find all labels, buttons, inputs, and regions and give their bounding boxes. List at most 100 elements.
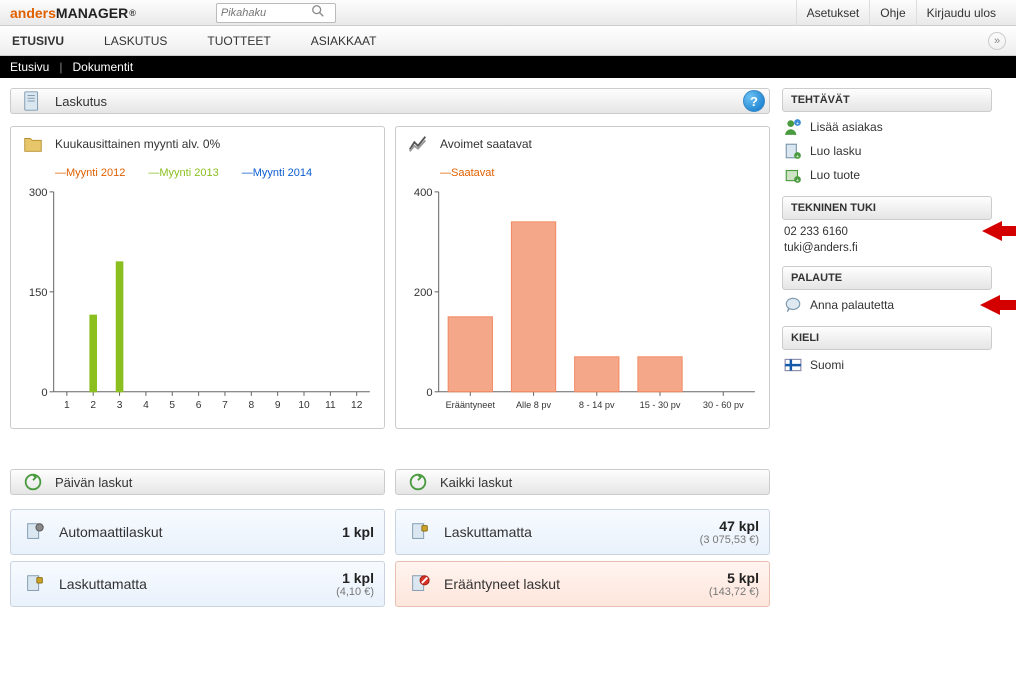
chart-monthly-svg: 0150300123456789101112 bbox=[19, 185, 376, 415]
chart-monthly-body: —Myynti 2012 —Myynti 2013 —Myynti 2014 0… bbox=[11, 161, 384, 428]
card-auto-count: 1 kpl bbox=[342, 524, 374, 540]
kpi-row: Päivän laskut Automaattilaskut 1 kpl bbox=[10, 469, 770, 607]
main-nav: ETUSIVU LASKUTUS TUOTTEET ASIAKKAAT » bbox=[0, 26, 1016, 56]
nav-more-button[interactable]: » bbox=[988, 32, 1006, 50]
invoice-icon bbox=[19, 90, 47, 112]
svg-text:15 - 30 pv: 15 - 30 pv bbox=[640, 400, 681, 410]
refresh-icon bbox=[404, 471, 432, 493]
settings-link[interactable]: Asetukset bbox=[796, 0, 870, 26]
task-create-product-label: Luo tuote bbox=[810, 168, 860, 182]
nav-billing[interactable]: LASKUTUS bbox=[102, 34, 169, 48]
legend-2012: —Myynti 2012 bbox=[55, 167, 135, 179]
card-unbilled-all[interactable]: Laskuttamatta 47 kpl (3 075,53 €) bbox=[395, 509, 770, 555]
refresh-icon bbox=[19, 471, 47, 493]
task-create-invoice[interactable]: + Luo lasku bbox=[784, 142, 990, 160]
lang-list: Suomi bbox=[782, 350, 992, 386]
svg-text:200: 200 bbox=[414, 287, 433, 299]
help-icon[interactable]: ? bbox=[743, 90, 765, 112]
kpi-day-title: Päivän laskut bbox=[55, 475, 132, 490]
feedback-give[interactable]: Anna palautetta bbox=[784, 296, 990, 314]
chevron-right-icon: » bbox=[994, 35, 1000, 47]
task-add-customer[interactable]: + Lisää asiakas bbox=[784, 118, 990, 136]
legend-2014: —Myynti 2014 bbox=[242, 167, 322, 179]
card-overdue-label: Erääntyneet laskut bbox=[444, 576, 560, 592]
box-plus-icon: + bbox=[784, 166, 802, 184]
chart-open-body: —Saatavat 0200400ErääntyneetAlle 8 pv8 -… bbox=[396, 161, 769, 428]
svg-text:10: 10 bbox=[298, 400, 310, 411]
person-plus-icon: + bbox=[784, 118, 802, 136]
help-link[interactable]: Ohje bbox=[869, 0, 915, 26]
kpi-day-head: Päivän laskut bbox=[10, 469, 385, 495]
card-unbilled-all-count: 47 kpl bbox=[700, 518, 759, 534]
logo-part-a: anders bbox=[10, 5, 56, 21]
card-unbilled-day-amount: (4,10 €) bbox=[336, 586, 374, 598]
svg-text:1: 1 bbox=[64, 400, 70, 411]
support-heading: TEKNINEN TUKI bbox=[782, 196, 992, 220]
svg-text:7: 7 bbox=[222, 400, 228, 411]
line-chart-icon bbox=[404, 133, 432, 155]
card-auto-invoices[interactable]: Automaattilaskut 1 kpl bbox=[10, 509, 385, 555]
kpi-day-col: Päivän laskut Automaattilaskut 1 kpl bbox=[10, 469, 385, 607]
support-info: 02 233 6160 tuki@anders.fi bbox=[782, 220, 992, 266]
card-auto-label: Automaattilaskut bbox=[59, 524, 163, 540]
nav-customers[interactable]: ASIAKKAAT bbox=[309, 34, 379, 48]
lang-fi[interactable]: Suomi bbox=[784, 356, 990, 374]
support-heading-label: TEKNINEN TUKI bbox=[791, 202, 876, 214]
folder-icon bbox=[19, 133, 47, 155]
legend-saatavat: —Saatavat bbox=[440, 167, 504, 179]
page-heading: Laskutus ? bbox=[10, 88, 770, 114]
lang-fi-label: Suomi bbox=[810, 358, 844, 372]
search-icon[interactable] bbox=[311, 4, 325, 21]
stop-doc-icon bbox=[406, 573, 434, 595]
svg-text:8 - 14 pv: 8 - 14 pv bbox=[579, 400, 615, 410]
flag-fi-icon bbox=[784, 356, 802, 374]
svg-text:30 - 60 pv: 30 - 60 pv bbox=[703, 400, 744, 410]
task-add-customer-label: Lisää asiakas bbox=[810, 120, 883, 134]
legend-2013: —Myynti 2013 bbox=[148, 167, 228, 179]
svg-text:300: 300 bbox=[29, 187, 48, 199]
right-column: TEHTÄVÄT + Lisää asiakas + Luo lasku + L… bbox=[782, 88, 992, 607]
card-unbilled-day-count: 1 kpl bbox=[336, 570, 374, 586]
nav-home[interactable]: ETUSIVU bbox=[10, 34, 66, 48]
card-unbilled-all-label: Laskuttamatta bbox=[444, 524, 532, 540]
chart-open-head: Avoimet saatavat bbox=[396, 127, 769, 161]
lock-doc-icon bbox=[406, 521, 434, 543]
task-create-invoice-label: Luo lasku bbox=[810, 144, 861, 158]
crumb-sep: | bbox=[59, 60, 62, 74]
svg-text:8: 8 bbox=[248, 400, 254, 411]
top-bar: andersMANAGER® Asetukset Ohje Kirjaudu u… bbox=[0, 0, 1016, 26]
kpi-day-cards: Automaattilaskut 1 kpl Laskuttamatta 1 k… bbox=[10, 509, 385, 607]
svg-text:9: 9 bbox=[275, 400, 281, 411]
content: Laskutus ? Kuukausittainen myynti alv. 0… bbox=[0, 78, 1016, 617]
search-input[interactable] bbox=[221, 7, 311, 19]
chart-monthly-head: Kuukausittainen myynti alv. 0% bbox=[11, 127, 384, 161]
kpi-all-head: Kaikki laskut bbox=[395, 469, 770, 495]
quick-search[interactable] bbox=[216, 3, 336, 23]
annotation-arrow-feedback bbox=[980, 292, 1016, 318]
feedback-list: Anna palautetta bbox=[782, 290, 992, 326]
nav-products[interactable]: TUOTTEET bbox=[205, 34, 272, 48]
card-overdue-value: 5 kpl (143,72 €) bbox=[709, 570, 759, 598]
top-right-links: Asetukset Ohje Kirjaudu ulos bbox=[796, 0, 1006, 26]
task-create-product[interactable]: + Luo tuote bbox=[784, 166, 990, 184]
svg-text:+: + bbox=[796, 178, 799, 184]
left-column: Laskutus ? Kuukausittainen myynti alv. 0… bbox=[10, 88, 770, 607]
svg-text:4: 4 bbox=[143, 400, 149, 411]
chart-open-legend: —Saatavat bbox=[404, 165, 761, 185]
svg-text:11: 11 bbox=[325, 400, 336, 411]
card-unbilled-day[interactable]: Laskuttamatta 1 kpl (4,10 €) bbox=[10, 561, 385, 607]
card-overdue[interactable]: Erääntyneet laskut 5 kpl (143,72 €) bbox=[395, 561, 770, 607]
gear-doc-icon bbox=[21, 521, 49, 543]
tasks-list: + Lisää asiakas + Luo lasku + Luo tuote bbox=[782, 112, 992, 196]
logout-link[interactable]: Kirjaudu ulos bbox=[916, 0, 1006, 26]
svg-text:0: 0 bbox=[426, 387, 432, 399]
card-auto-value: 1 kpl bbox=[342, 524, 374, 540]
svg-text:6: 6 bbox=[196, 400, 202, 411]
kpi-all-cards: Laskuttamatta 47 kpl (3 075,53 €) Eräänt… bbox=[395, 509, 770, 607]
card-unbilled-all-value: 47 kpl (3 075,53 €) bbox=[700, 518, 759, 546]
chart-monthly-sales: Kuukausittainen myynti alv. 0% —Myynti 2… bbox=[10, 126, 385, 429]
crumb-home[interactable]: Etusivu bbox=[10, 60, 49, 74]
crumb-docs[interactable]: Dokumentit bbox=[72, 60, 133, 74]
tasks-heading: TEHTÄVÄT bbox=[782, 88, 992, 112]
card-unbilled-day-label: Laskuttamatta bbox=[59, 576, 147, 592]
